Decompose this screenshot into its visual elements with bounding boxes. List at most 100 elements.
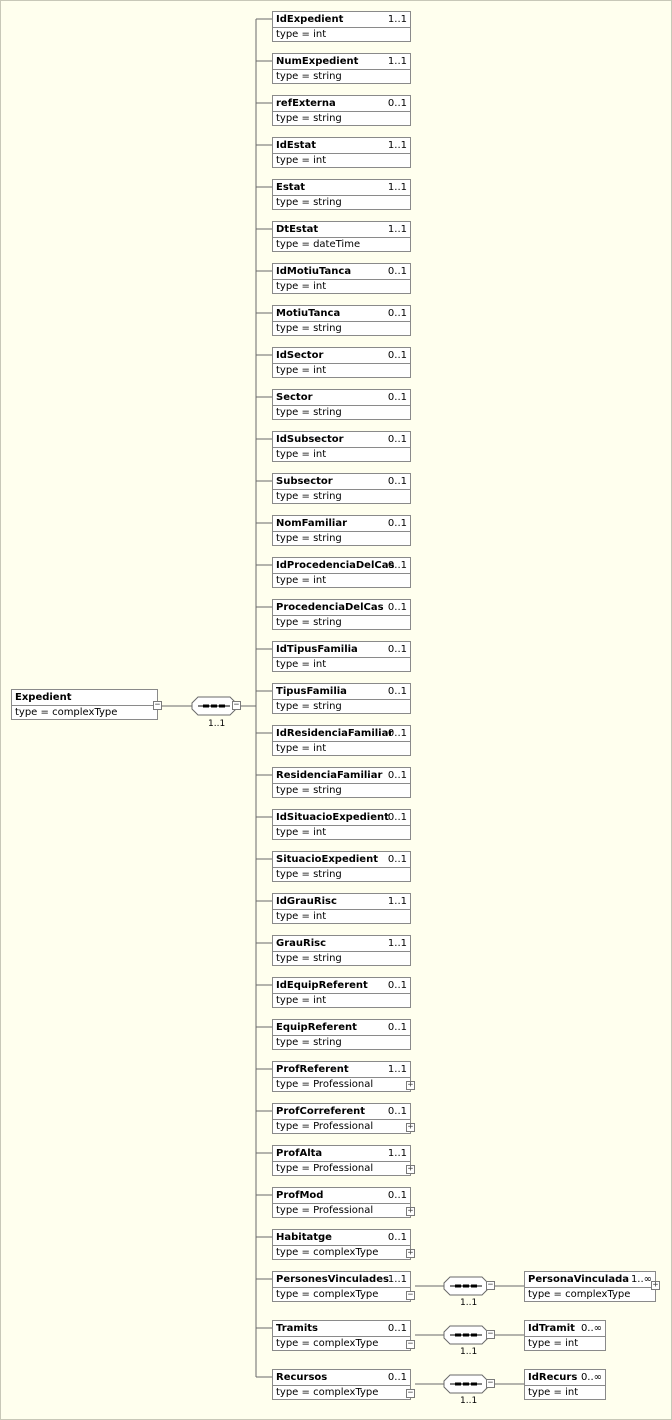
- element-grau-risc-divider: [273, 951, 410, 952]
- element-ref-externa-occurs: 0..1: [387, 98, 407, 109]
- element-prof-mod-toggle[interactable]: +: [406, 1207, 415, 1216]
- element-dt-estat-type: type = dateTime: [276, 239, 361, 250]
- element-id-tipus-familia[interactable]: IdTipusFamilia 0..1 type = int: [272, 641, 411, 672]
- element-persones-vinculades-sequence-shape[interactable]: [443, 1276, 489, 1296]
- element-id-expedient[interactable]: IdExpedient 1..1 type = int: [272, 11, 411, 42]
- element-tramits[interactable]: Tramits 0..1 type = complexType: [272, 1320, 411, 1351]
- element-procedencia-del-cas[interactable]: ProcedenciaDelCas 0..1 type = string: [272, 599, 411, 630]
- element-id-subsector-occurs: 0..1: [387, 434, 407, 445]
- element-id-estat[interactable]: IdEstat 1..1 type = int: [272, 137, 411, 168]
- element-situacio-expedient[interactable]: SituacioExpedient 0..1 type = string: [272, 851, 411, 882]
- element-prof-alta-toggle[interactable]: +: [406, 1165, 415, 1174]
- child-element-id-recurs[interactable]: IdRecurs 0..∞ type = int: [524, 1369, 606, 1400]
- child-element-persona-vinculada-toggle[interactable]: +: [651, 1281, 660, 1290]
- element-estat-name: Estat: [276, 182, 306, 193]
- element-grau-risc[interactable]: GrauRisc 1..1 type = string: [272, 935, 411, 966]
- element-prof-correferent-toggle[interactable]: +: [406, 1123, 415, 1132]
- element-id-tipus-familia-name: IdTipusFamilia: [276, 644, 358, 655]
- element-sector[interactable]: Sector 0..1 type = string: [272, 389, 411, 420]
- element-num-expedient-occurs: 1..1: [387, 56, 407, 67]
- element-id-sector-type: type = int: [276, 365, 327, 376]
- element-equip-referent-type: type = string: [276, 1037, 342, 1048]
- element-estat[interactable]: Estat 1..1 type = string: [272, 179, 411, 210]
- element-habitatge-divider: [273, 1245, 410, 1246]
- child-element-persona-vinculada-occurs: 1..∞: [630, 1274, 652, 1285]
- element-tramits-toggle[interactable]: −: [406, 1340, 415, 1349]
- element-recursos-sequence-toggle[interactable]: −: [486, 1379, 495, 1388]
- element-id-subsector-divider: [273, 447, 410, 448]
- element-prof-correferent[interactable]: ProfCorreferent 0..1 type = Professional: [272, 1103, 411, 1134]
- element-tramits-name: Tramits: [276, 1323, 318, 1334]
- element-motiu-tanca-occurs: 0..1: [387, 308, 407, 319]
- element-equip-referent-name: EquipReferent: [276, 1022, 357, 1033]
- element-id-residencia-familiar-name: IdResidenciaFamiliar: [276, 728, 394, 739]
- element-id-motiu-tanca-divider: [273, 279, 410, 280]
- child-element-persona-vinculada[interactable]: PersonaVinculada 1..∞ type = complexType: [524, 1271, 656, 1302]
- element-prof-correferent-occurs: 0..1: [387, 1106, 407, 1117]
- element-residencia-familiar-occurs: 0..1: [387, 770, 407, 781]
- element-persones-vinculades-toggle[interactable]: −: [406, 1291, 415, 1300]
- element-habitatge-toggle[interactable]: +: [406, 1249, 415, 1258]
- element-prof-correferent-divider: [273, 1119, 410, 1120]
- element-dt-estat[interactable]: DtEstat 1..1 type = dateTime: [272, 221, 411, 252]
- element-prof-alta[interactable]: ProfAlta 1..1 type = Professional: [272, 1145, 411, 1176]
- element-prof-alta-type: type = Professional: [276, 1163, 374, 1174]
- element-estat-divider: [273, 195, 410, 196]
- element-id-subsector[interactable]: IdSubsector 0..1 type = int: [272, 431, 411, 462]
- element-ref-externa[interactable]: refExterna 0..1 type = string: [272, 95, 411, 126]
- element-persones-vinculades[interactable]: PersonesVinculades 1..1 type = complexType: [272, 1271, 411, 1302]
- element-procedencia-del-cas-divider: [273, 615, 410, 616]
- element-prof-referent-toggle[interactable]: +: [406, 1081, 415, 1090]
- element-id-grau-risc-type: type = int: [276, 911, 327, 922]
- element-prof-mod-occurs: 0..1: [387, 1190, 407, 1201]
- element-habitatge[interactable]: Habitatge 0..1 type = complexType: [272, 1229, 411, 1260]
- element-situacio-expedient-divider: [273, 867, 410, 868]
- element-tramits-sequence-shape[interactable]: [443, 1325, 489, 1345]
- element-motiu-tanca[interactable]: MotiuTanca 0..1 type = string: [272, 305, 411, 336]
- root-element-expedient[interactable]: Expedient type = complexType: [11, 689, 158, 720]
- element-num-expedient[interactable]: NumExpedient 1..1 type = string: [272, 53, 411, 84]
- element-id-grau-risc[interactable]: IdGrauRisc 1..1 type = int: [272, 893, 411, 924]
- element-id-situacio-expedient[interactable]: IdSituacioExpedient 0..1 type = int: [272, 809, 411, 840]
- element-id-grau-risc-divider: [273, 909, 410, 910]
- element-residencia-familiar-name: ResidenciaFamiliar: [276, 770, 383, 781]
- element-sector-type: type = string: [276, 407, 342, 418]
- element-tipus-familia[interactable]: TipusFamilia 0..1 type = string: [272, 683, 411, 714]
- element-prof-alta-occurs: 1..1: [387, 1148, 407, 1159]
- element-prof-mod-type: type = Professional: [276, 1205, 374, 1216]
- element-recursos-sequence-shape[interactable]: [443, 1374, 489, 1394]
- element-equip-referent[interactable]: EquipReferent 0..1 type = string: [272, 1019, 411, 1050]
- element-id-procedencia-del-cas[interactable]: IdProcedenciaDelCas 0..1 type = int: [272, 557, 411, 588]
- element-residencia-familiar[interactable]: ResidenciaFamiliar 0..1 type = string: [272, 767, 411, 798]
- root-collapse-toggle[interactable]: −: [153, 701, 162, 710]
- element-ref-externa-divider: [273, 111, 410, 112]
- element-num-expedient-name: NumExpedient: [276, 56, 359, 67]
- element-persones-vinculades-type: type = complexType: [276, 1289, 379, 1300]
- element-prof-correferent-name: ProfCorreferent: [276, 1106, 366, 1117]
- element-nom-familiar-name: NomFamiliar: [276, 518, 348, 529]
- element-id-sector[interactable]: IdSector 0..1 type = int: [272, 347, 411, 378]
- element-persones-vinculades-sequence-toggle[interactable]: −: [486, 1281, 495, 1290]
- element-id-motiu-tanca[interactable]: IdMotiuTanca 0..1 type = int: [272, 263, 411, 294]
- element-habitatge-occurs: 0..1: [387, 1232, 407, 1243]
- element-recursos-toggle[interactable]: −: [406, 1389, 415, 1398]
- element-id-equip-referent-divider: [273, 993, 410, 994]
- element-prof-referent[interactable]: ProfReferent 1..1 type = Professional: [272, 1061, 411, 1092]
- element-prof-mod[interactable]: ProfMod 0..1 type = Professional: [272, 1187, 411, 1218]
- main-sequence-collapse-toggle[interactable]: −: [232, 701, 241, 710]
- element-id-equip-referent[interactable]: IdEquipReferent 0..1 type = int: [272, 977, 411, 1008]
- element-id-residencia-familiar-occurs: 0..1: [387, 728, 407, 739]
- element-recursos[interactable]: Recursos 0..1 type = complexType: [272, 1369, 411, 1400]
- element-id-residencia-familiar[interactable]: IdResidenciaFamiliar 0..1 type = int: [272, 725, 411, 756]
- element-id-subsector-name: IdSubsector: [276, 434, 344, 445]
- main-sequence-shape[interactable]: [191, 696, 237, 716]
- child-element-id-tramit[interactable]: IdTramit 0..∞ type = int: [524, 1320, 606, 1351]
- element-id-motiu-tanca-name: IdMotiuTanca: [276, 266, 352, 277]
- element-nom-familiar[interactable]: NomFamiliar 0..1 type = string: [272, 515, 411, 546]
- element-subsector[interactable]: Subsector 0..1 type = string: [272, 473, 411, 504]
- element-id-sector-occurs: 0..1: [387, 350, 407, 361]
- element-id-tipus-familia-type: type = int: [276, 659, 327, 670]
- element-nom-familiar-divider: [273, 531, 410, 532]
- element-tramits-sequence-toggle[interactable]: −: [486, 1330, 495, 1339]
- element-ref-externa-name: refExterna: [276, 98, 336, 109]
